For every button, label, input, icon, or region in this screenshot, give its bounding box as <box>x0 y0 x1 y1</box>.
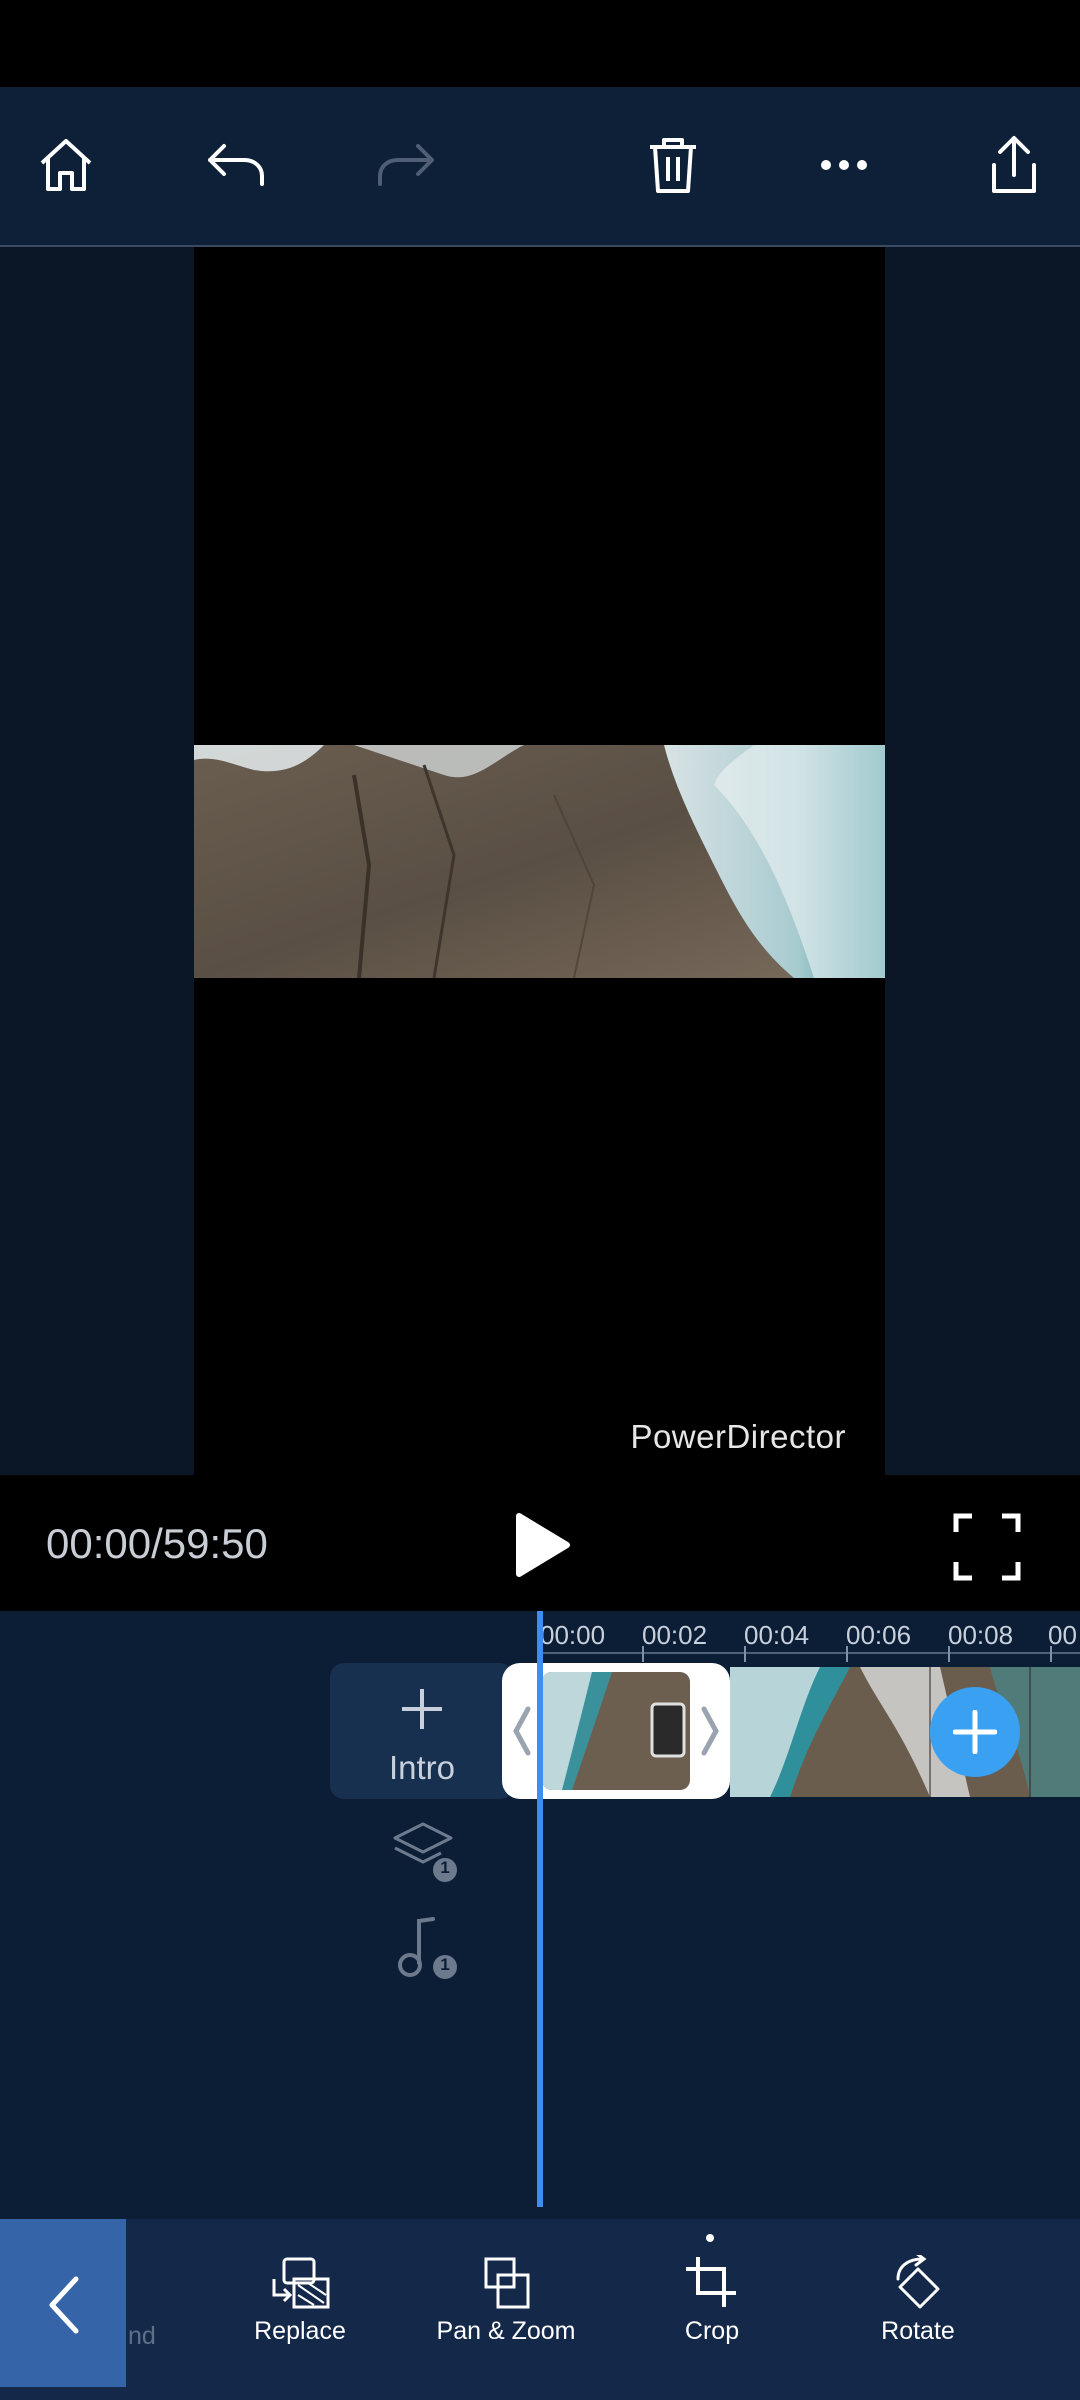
pan-zoom-button[interactable]: Pan & Zoom <box>426 2255 586 2346</box>
replace-icon <box>272 2257 330 2309</box>
more-button[interactable] <box>804 125 884 205</box>
rotate-icon <box>896 2255 940 2309</box>
pan-zoom-label: Pan & Zoom <box>436 2317 576 2345</box>
overlay-count: 1 <box>440 1858 450 1877</box>
audio-track-button[interactable]: 1 <box>393 1915 461 1985</box>
selected-indicator <box>706 2234 714 2242</box>
crop-label: Crop <box>684 2317 740 2345</box>
video-frame <box>194 745 885 978</box>
fullscreen-icon <box>953 1513 1021 1581</box>
intro-label: Intro <box>388 1749 456 1786</box>
tick-mark <box>1050 1646 1052 1662</box>
tick-mark <box>744 1646 746 1662</box>
tick-label: 00 <box>1048 1620 1077 1650</box>
tick-mark <box>948 1646 950 1662</box>
rotate-button[interactable]: Rotate <box>838 2255 998 2346</box>
tick-label: 00:02 <box>642 1620 708 1650</box>
plus-icon <box>402 1689 442 1729</box>
more-icon <box>821 160 867 170</box>
chevron-left-icon <box>49 2276 79 2334</box>
fullscreen-button[interactable] <box>950 1510 1024 1584</box>
plus-icon <box>953 1710 997 1754</box>
add-clip-button[interactable] <box>930 1687 1020 1777</box>
tick-mark <box>846 1646 848 1662</box>
top-toolbar <box>0 87 1080 247</box>
trim-left-handle-icon[interactable] <box>510 1705 534 1757</box>
replace-label: Replace <box>254 2317 346 2345</box>
play-icon <box>516 1513 570 1577</box>
back-button[interactable] <box>0 2219 126 2387</box>
add-intro-button[interactable]: Intro <box>330 1663 514 1799</box>
trash-icon <box>650 138 696 193</box>
tool-partial-label[interactable]: nd <box>128 2322 156 2351</box>
pan-zoom-icon <box>484 2257 530 2309</box>
tick-label: 00:08 <box>948 1620 1014 1650</box>
play-button[interactable] <box>505 1510 581 1580</box>
timecode: 00:00/59:50 <box>46 1520 268 1567</box>
redo-icon <box>378 144 434 186</box>
share-button[interactable] <box>974 125 1054 205</box>
home-icon <box>40 139 92 191</box>
delete-button[interactable] <box>633 125 713 205</box>
clip-thumbnail <box>542 1672 690 1790</box>
crop-icon <box>686 2257 736 2307</box>
undo-icon <box>208 144 264 186</box>
tick-label: 00:00 <box>540 1620 606 1650</box>
video-track-clips[interactable] <box>730 1667 1080 1797</box>
rotate-label: Rotate <box>881 2317 955 2345</box>
tick-label: 00:06 <box>846 1620 912 1650</box>
tick-mark <box>642 1646 644 1662</box>
playhead[interactable] <box>537 1611 543 2207</box>
home-button[interactable] <box>26 125 106 205</box>
redo-button[interactable] <box>366 125 446 205</box>
status-bar <box>0 0 1080 87</box>
crop-button[interactable]: Crop <box>632 2255 792 2346</box>
time-ruler <box>540 1652 1080 1654</box>
share-icon <box>992 136 1036 193</box>
replace-button[interactable]: Replace <box>220 2255 380 2346</box>
watermark: PowerDirector <box>630 1418 846 1455</box>
undo-button[interactable] <box>196 125 276 205</box>
tick-label: 00:04 <box>744 1620 810 1650</box>
trim-right-handle-icon[interactable] <box>698 1705 722 1757</box>
audio-count: 1 <box>440 1955 450 1974</box>
overlay-track-button[interactable]: 1 <box>393 1820 461 1888</box>
